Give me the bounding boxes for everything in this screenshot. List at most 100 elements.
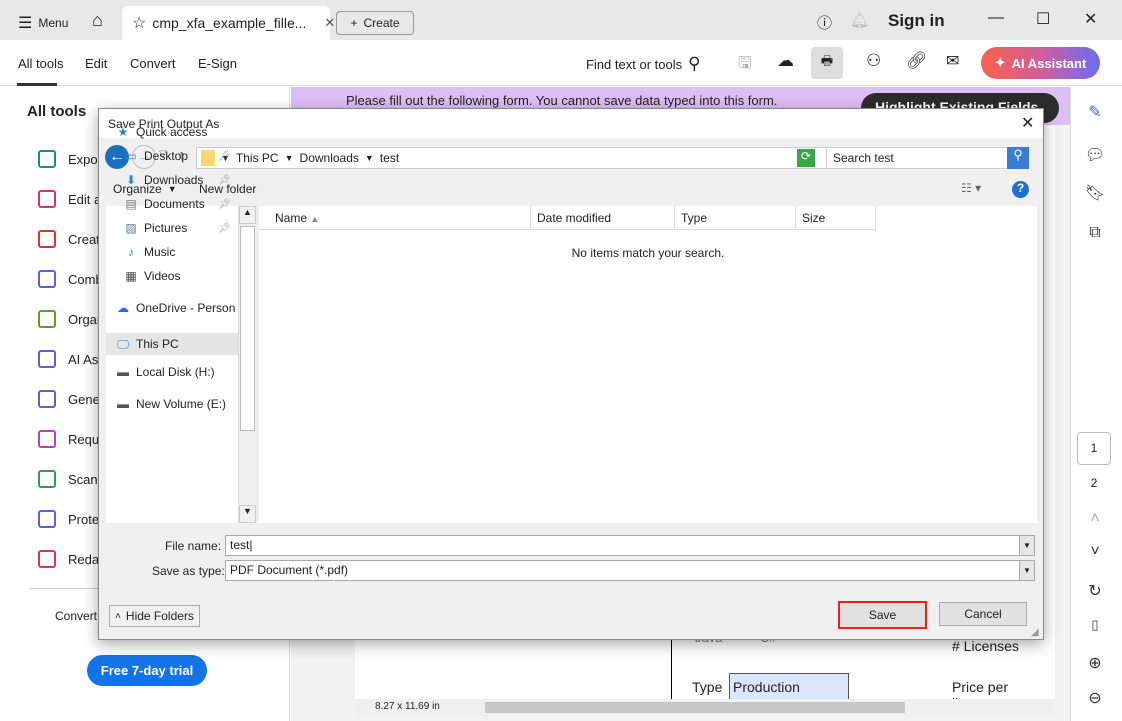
footer-text: Convert,	[55, 609, 101, 623]
help-icon[interactable]: ?	[1012, 181, 1029, 198]
form-fill-icon[interactable]: ✎	[1084, 102, 1106, 122]
tab-document[interactable]: ☆ cmp_xfa_example_fille... ✕	[122, 6, 335, 40]
nav-item[interactable]: ▤ Documents 📌︎	[124, 197, 230, 211]
nav-item[interactable]: ★ Quick access	[116, 125, 208, 139]
bookmark-icon[interactable]: 🔖︎	[1084, 183, 1106, 203]
print-icon[interactable]: 🖶	[811, 47, 843, 79]
crumb-downloads[interactable]: Downloads	[300, 151, 359, 165]
file-name-input[interactable]: test|	[225, 535, 1035, 556]
nav-item[interactable]: ▭ Desktop 📌︎	[124, 149, 230, 163]
create-button[interactable]: + Create	[336, 11, 414, 35]
tool-item[interactable]: Reque	[38, 430, 106, 448]
column-name[interactable]: Name ▲	[259, 206, 531, 230]
tool-item[interactable]: Prote	[38, 510, 99, 528]
tool-item[interactable]: Gener	[38, 390, 104, 408]
pin-icon[interactable]: 📌︎	[218, 199, 231, 210]
close-tab-icon[interactable]: ✕	[324, 15, 335, 31]
share-user-icon[interactable]: ⚇	[866, 51, 881, 71]
tool-item[interactable]: Edit a	[38, 190, 101, 208]
cloud-upload-icon[interactable]: ☁	[777, 51, 794, 71]
file-name-dropdown-icon[interactable]: ▼	[1019, 536, 1034, 555]
nav-item[interactable]: ▦ Videos	[124, 269, 180, 283]
pages-icon[interactable]: ⧉	[1084, 224, 1106, 242]
nav-item[interactable]: ♪ Music	[124, 245, 175, 259]
link-icon[interactable]: 🔗︎	[906, 51, 928, 71]
bell-icon[interactable]: 🔔︎	[850, 11, 869, 29]
column-date-modified[interactable]: Date modified	[531, 206, 675, 230]
pin-icon[interactable]: 📌︎	[218, 151, 231, 162]
banner-text: Please fill out the following form. You …	[346, 93, 778, 108]
tab-all-tools[interactable]: All tools	[18, 56, 64, 71]
tool-item[interactable]: Comb	[38, 270, 103, 288]
nav-item[interactable]: ▨ Pictures 📌︎	[124, 221, 230, 235]
nav-item[interactable]: ⬇ Downloads 📌︎	[124, 173, 231, 187]
star-icon[interactable]: ☆	[132, 13, 146, 33]
page-2-thumb[interactable]: 2	[1077, 476, 1111, 490]
file-list: Name ▲ Date modified Type Size No items …	[259, 206, 1037, 523]
zoom-in-icon[interactable]: ⊕	[1084, 653, 1106, 673]
nav-scrollbar[interactable]: ▲ ▼	[238, 206, 256, 523]
help-icon[interactable]: ⓘ	[817, 12, 832, 33]
tool-item[interactable]: Redac	[38, 550, 106, 568]
ai-assistant-button[interactable]: ✦ AI Assistant	[981, 47, 1100, 79]
refresh-icon[interactable]: ⟳	[797, 149, 815, 167]
pin-icon[interactable]: 📌︎	[218, 223, 231, 234]
tab-e-sign[interactable]: E-Sign	[198, 56, 237, 71]
search-input[interactable]: Search test	[826, 147, 1008, 169]
pin-icon[interactable]: 📌︎	[218, 175, 231, 186]
tool-icon	[38, 310, 56, 328]
free-trial-button[interactable]: Free 7-day trial	[87, 655, 207, 686]
chevron-down-icon[interactable]: ˅	[1084, 543, 1106, 561]
address-bar[interactable]: ▼This PC ▼Downloads ▼test ▼	[196, 147, 872, 169]
title-bar: ☰ Menu ⌂ ☆ cmp_xfa_example_fille... ✕ + Crea…	[0, 0, 1122, 40]
tool-item[interactable]: Scan	[38, 470, 98, 488]
tool-item[interactable]: Expor	[38, 150, 102, 168]
fit-page-icon[interactable]: ▯	[1084, 617, 1106, 633]
tool-icon	[38, 230, 56, 248]
nav-item[interactable]: ☁ OneDrive - Person	[116, 301, 235, 315]
minimize-icon[interactable]: —	[988, 9, 1004, 27]
maximize-icon[interactable]: ☐	[1036, 9, 1050, 29]
nav-item[interactable]: ▬ Local Disk (H:)	[116, 365, 215, 379]
comments-icon[interactable]: 💬︎	[1084, 145, 1106, 165]
desktop-icon: ▭	[125, 149, 137, 163]
rotate-icon[interactable]: ↻	[1084, 581, 1106, 601]
hamburger-icon: ☰	[18, 15, 33, 32]
crumb-test[interactable]: test	[380, 151, 399, 165]
crumb-this-pc[interactable]: This PC	[236, 151, 279, 165]
type-select[interactable]: Production	[729, 673, 849, 701]
column-size[interactable]: Size	[796, 206, 876, 230]
tab-convert[interactable]: Convert	[130, 56, 176, 71]
zoom-out-icon[interactable]: ⊖	[1084, 688, 1106, 708]
close-window-icon[interactable]: ✕	[1084, 9, 1097, 29]
tab-edit[interactable]: Edit	[85, 56, 107, 71]
save-type-dropdown-icon[interactable]: ▼	[1019, 561, 1034, 580]
search-icon[interactable]: ⚲	[1007, 147, 1029, 169]
cancel-button[interactable]: Cancel	[939, 602, 1027, 626]
page-1-thumb[interactable]: 1	[1077, 432, 1111, 465]
search-icon: ⚲	[688, 54, 701, 73]
tool-item[interactable]: AI Ass	[38, 350, 105, 368]
home-icon[interactable]: ⌂	[92, 10, 103, 31]
nav-item[interactable]: 🖵︎ This PC	[106, 333, 238, 355]
save-type-select[interactable]: PDF Document (*.pdf)	[225, 560, 1035, 581]
music-icon: ♪	[128, 245, 134, 259]
save-button[interactable]: Save	[838, 601, 927, 629]
horizontal-scrollbar[interactable]: 8.27 x 11.69 in	[355, 699, 1055, 716]
tool-item[interactable]: Create	[38, 230, 107, 248]
hide-folders-button[interactable]: ˄ Hide Folders	[109, 605, 200, 627]
tool-item[interactable]: Organ	[38, 310, 104, 328]
chevron-up-icon[interactable]: ˄	[1084, 510, 1106, 528]
find-tools-button[interactable]: Find text or tools ⚲	[586, 54, 701, 74]
nav-item[interactable]: ▬ New Volume (E:)	[116, 397, 226, 411]
menu-button[interactable]: ☰ Menu	[18, 13, 68, 33]
sign-in-link[interactable]: Sign in	[888, 11, 945, 31]
column-type[interactable]: Type	[675, 206, 796, 230]
close-dialog-icon[interactable]: ✕	[1021, 113, 1034, 133]
chevron-up-icon: ˄	[115, 610, 121, 622]
save-icon[interactable]: 🖫	[738, 52, 752, 79]
mail-icon[interactable]: ✉	[946, 51, 959, 71]
view-options-icon[interactable]: ☷ ▾	[961, 181, 981, 195]
page-size: 8.27 x 11.69 in	[375, 701, 440, 712]
resize-grip[interactable]: ◢	[1031, 627, 1039, 638]
